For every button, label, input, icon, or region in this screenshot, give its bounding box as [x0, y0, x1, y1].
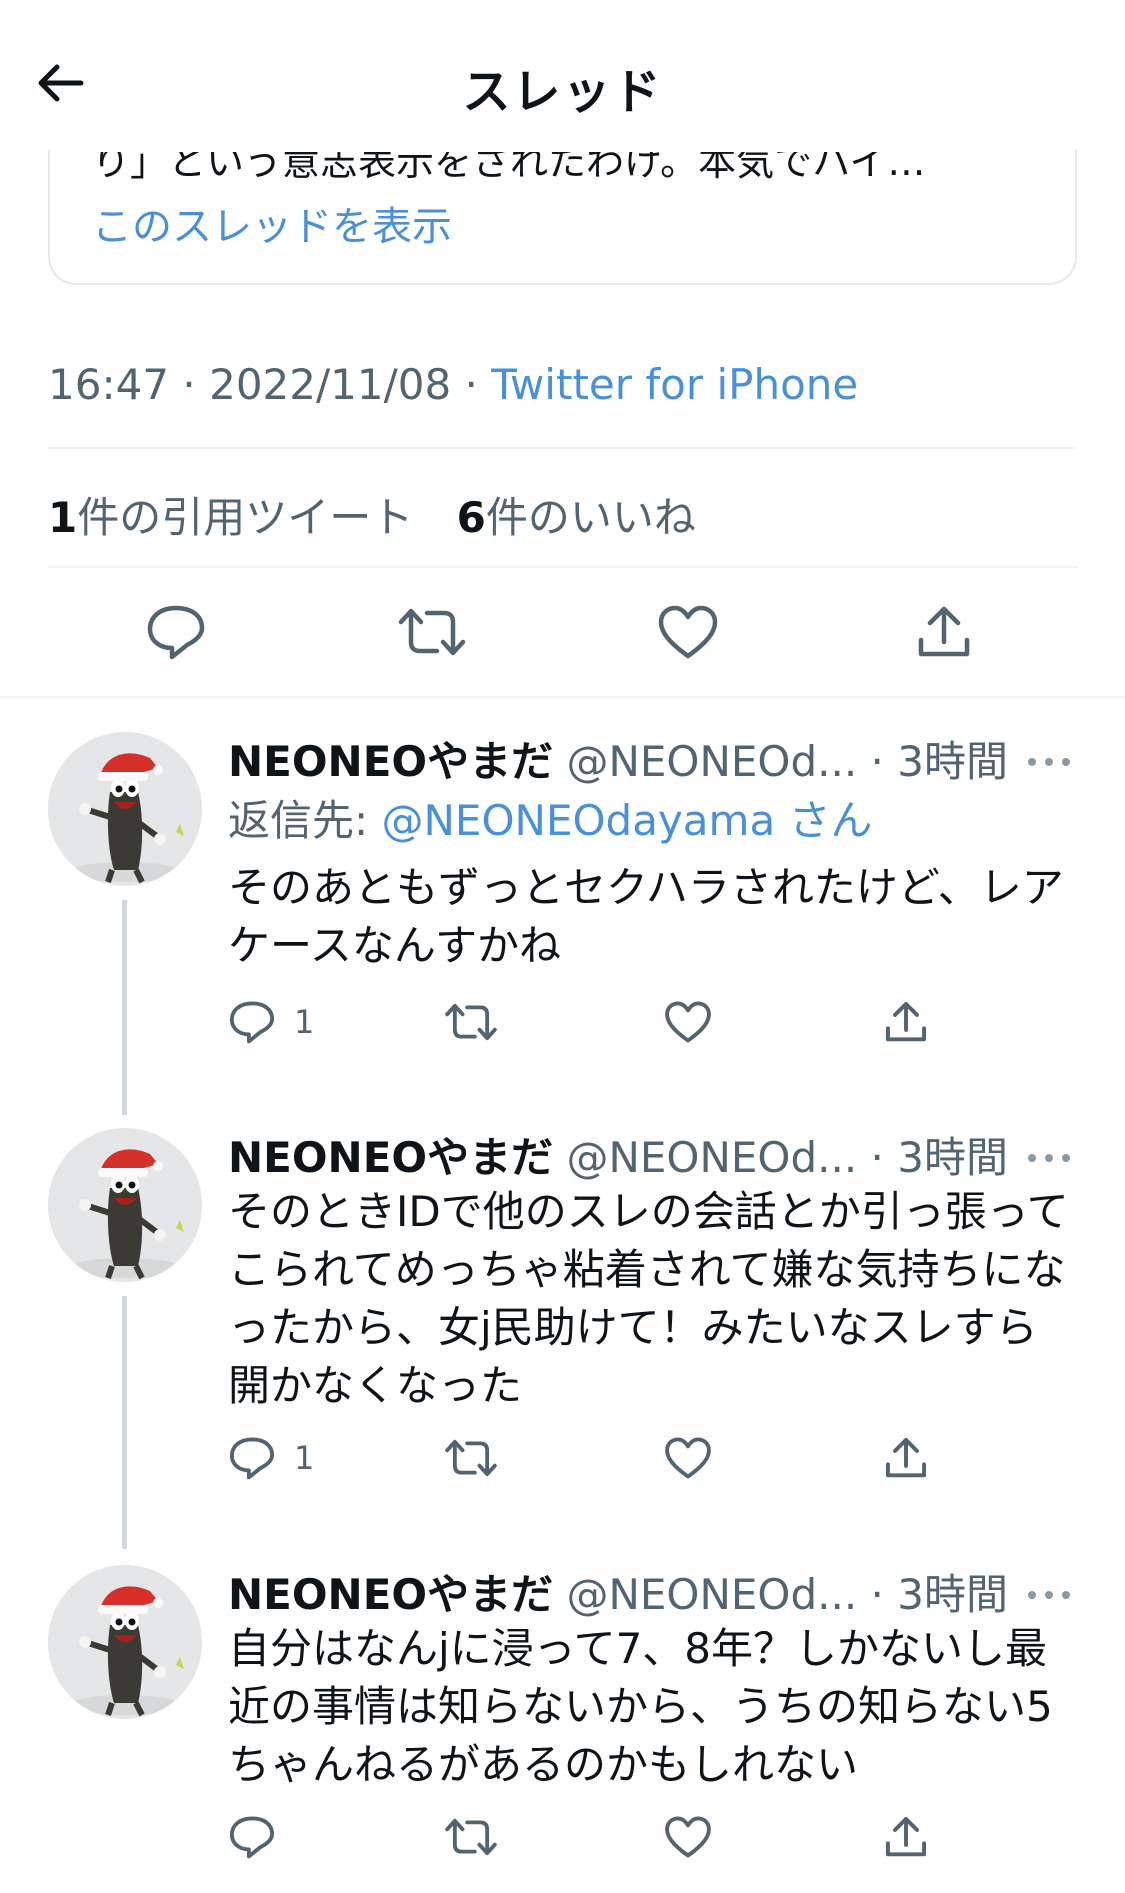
replying-to-prefix: 返信先: [228, 796, 382, 845]
retweet-button[interactable] [444, 1430, 498, 1486]
reply-action-bar [228, 1809, 928, 1865]
user-name[interactable]: NEONEOやまだ [228, 1133, 553, 1182]
replying-to-handle[interactable]: @NEONEOdayama [382, 796, 776, 845]
tweet-source-link[interactable]: Twitter for iPhone [491, 360, 858, 409]
share-button[interactable] [884, 1809, 928, 1865]
show-thread-link[interactable]: このスレッドを表示 [92, 194, 452, 252]
tweet-meta: 16:47 · 2022/11/08 · Twitter for iPhone [48, 360, 858, 409]
likes-label: 件のいいね [485, 493, 696, 542]
user-name[interactable]: NEONEOやまだ [228, 737, 553, 786]
tweet-time: 16:47 [48, 360, 170, 409]
reply-action-bar: 1 [228, 1430, 928, 1486]
like-icon [658, 605, 718, 659]
avatar-character-image [48, 1565, 202, 1719]
share-icon [885, 1816, 927, 1857]
reply-button[interactable]: 1 [228, 994, 314, 1050]
more-icon [1028, 1154, 1070, 1162]
share-button[interactable] [884, 994, 928, 1050]
like-button[interactable] [664, 1809, 712, 1865]
replying-to-suffix: さん [788, 796, 873, 845]
retweet-button[interactable] [444, 1809, 498, 1865]
reply-icon [229, 1816, 275, 1859]
quote-tweets-label: 件の引用ツイート [77, 493, 414, 542]
meta-separator: · [451, 360, 492, 409]
retweet-icon [445, 1003, 497, 1041]
avatar[interactable] [48, 1565, 202, 1719]
like-button[interactable] [664, 994, 712, 1050]
user-handle[interactable]: @NEONEOd... [566, 1133, 857, 1182]
share-icon [885, 1437, 927, 1478]
like-button[interactable] [664, 1430, 712, 1486]
tweet-text: そのあともずっとセクハラされたけど、レアケースなんすかね [228, 863, 1064, 970]
reply-header: NEONEOやまだ @NEONEOd... · 3時間 [228, 1128, 1008, 1188]
share-button[interactable] [908, 596, 980, 668]
tweet-time: · 3時間 [857, 1570, 1008, 1619]
share-button[interactable] [884, 1430, 928, 1486]
like-icon [665, 1437, 711, 1479]
like-button[interactable] [652, 596, 724, 668]
tweet-text: 自分はなんjに浸って7、8年？しかないし最近の事情は知らないから、うちの知らない… [228, 1624, 1053, 1789]
divider [48, 447, 1077, 449]
reply-header: NEONEOやまだ @NEONEOd... · 3時間 [228, 732, 1008, 792]
top-nav-bar: スレッド [0, 0, 1125, 150]
thread-connector-line [122, 1296, 127, 1549]
retweet-button[interactable] [396, 596, 468, 668]
avatar[interactable] [48, 732, 202, 886]
more-icon [1028, 1591, 1070, 1599]
reply-header: NEONEOやまだ @NEONEOd... · 3時間 [228, 1565, 1008, 1625]
replying-to: 返信先: @NEONEOdayama さん [228, 792, 873, 850]
divider [0, 696, 1125, 698]
tweet-time: · 3時間 [857, 737, 1008, 786]
tweet-text: そのときIDで他のスレの会話とか引っ張ってこられてめっちゃ粘着されて嫌な気持ちに… [228, 1187, 1069, 1410]
meta-separator: · [169, 360, 210, 409]
reply-icon [229, 1437, 275, 1480]
tweet-stats: 1件の引用ツイート 6件のいいね [48, 484, 726, 545]
retweet-button[interactable] [444, 994, 498, 1050]
quote-tweets-count: 1 [48, 493, 78, 542]
page-title: スレッド [462, 64, 663, 120]
share-icon [885, 1001, 927, 1042]
more-options-button[interactable] [1024, 1575, 1074, 1615]
like-icon [665, 1816, 711, 1858]
reply-button[interactable] [228, 1809, 294, 1865]
quote-tweets-stat[interactable]: 1件の引用ツイート [48, 493, 413, 542]
user-name[interactable]: NEONEOやまだ [228, 1570, 553, 1619]
reply-button[interactable] [140, 596, 212, 668]
divider [48, 566, 1077, 568]
like-icon [665, 1001, 711, 1043]
user-handle[interactable]: @NEONEOd... [566, 1570, 857, 1619]
more-options-button[interactable] [1024, 1138, 1074, 1178]
avatar-character-image [48, 1128, 202, 1282]
retweet-icon [445, 1818, 497, 1856]
avatar-character-image [48, 732, 202, 886]
reply-count: 1 [294, 1003, 315, 1041]
retweet-icon [398, 608, 466, 656]
share-icon [918, 606, 970, 657]
tweet-action-bar [0, 596, 1125, 668]
thread-connector-line [122, 900, 127, 1115]
reply-icon [229, 1001, 275, 1044]
likes-count: 6 [456, 493, 486, 542]
reply-button[interactable]: 1 [228, 1430, 314, 1486]
more-icon [1028, 758, 1070, 766]
reply-count: 1 [294, 1439, 315, 1477]
retweet-icon [445, 1439, 497, 1477]
likes-stat[interactable]: 6件のいいね [457, 493, 696, 542]
reply-action-bar: 1 [228, 994, 928, 1050]
more-options-button[interactable] [1024, 742, 1074, 782]
tweet-time: · 3時間 [857, 1133, 1008, 1182]
user-handle[interactable]: @NEONEOd... [566, 737, 857, 786]
reply-icon [147, 605, 205, 660]
tweet-date: 2022/11/08 [209, 360, 452, 409]
avatar[interactable] [48, 1128, 202, 1282]
